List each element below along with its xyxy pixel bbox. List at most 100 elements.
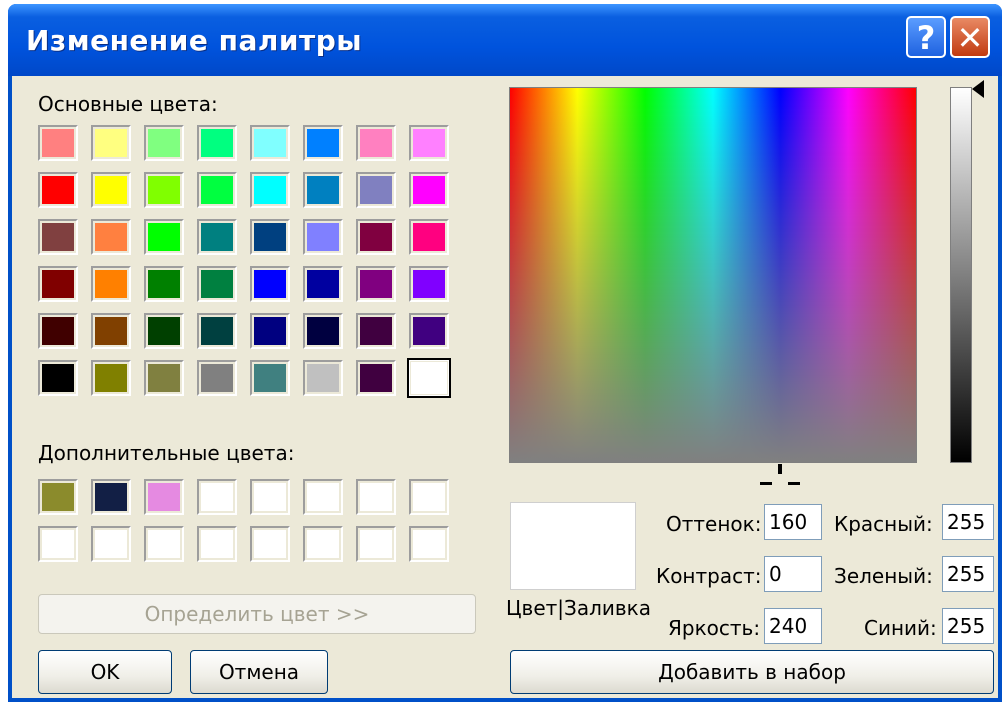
custom-color-swatch[interactable] [409,526,449,562]
custom-color-swatch[interactable] [197,479,237,515]
basic-color-swatch[interactable] [38,125,78,161]
basic-color-swatch[interactable] [38,266,78,302]
custom-color-swatch-color [307,483,339,511]
basic-color-swatch[interactable] [197,313,237,349]
basic-color-swatch[interactable] [356,266,396,302]
basic-color-swatch[interactable] [197,266,237,302]
lum-label: Яркость: [668,616,761,640]
red-input[interactable]: 255 [942,504,994,540]
blue-input[interactable]: 255 [942,608,994,644]
basic-color-swatch[interactable] [409,125,449,161]
custom-color-swatch[interactable] [144,526,184,562]
custom-color-swatch[interactable] [250,526,290,562]
red-label: Красный: [834,512,933,536]
cancel-button[interactable]: Отмена [190,650,328,694]
color-solid-label: Цвет|Заливка [506,596,651,620]
basic-color-swatch-color [307,317,339,345]
basic-color-swatch[interactable] [356,360,396,396]
basic-color-swatch[interactable] [409,172,449,208]
basic-colors-label: Основные цвета: [38,92,218,116]
basic-color-swatch[interactable] [356,172,396,208]
custom-color-swatch[interactable] [409,479,449,515]
custom-color-swatch[interactable] [303,526,343,562]
basic-color-swatch-color [201,223,233,251]
basic-color-swatch[interactable] [91,266,131,302]
luminance-bar[interactable] [950,87,972,463]
basic-color-swatch[interactable] [91,125,131,161]
basic-color-swatch-color [360,176,392,204]
custom-color-swatch[interactable] [144,479,184,515]
basic-color-swatch-color [413,129,445,157]
custom-color-swatch[interactable] [197,526,237,562]
basic-color-swatch[interactable] [303,360,343,396]
custom-color-swatch[interactable] [250,479,290,515]
basic-color-swatch[interactable] [303,266,343,302]
basic-color-swatch[interactable] [409,313,449,349]
basic-color-swatch[interactable] [144,125,184,161]
basic-color-swatch[interactable] [197,172,237,208]
basic-color-swatch[interactable] [91,313,131,349]
close-button[interactable]: ✕ [950,16,990,58]
basic-color-swatch-color [413,176,445,204]
basic-color-swatch[interactable] [250,313,290,349]
basic-color-swatch[interactable] [197,219,237,255]
basic-color-swatch-color [307,223,339,251]
basic-color-swatch[interactable] [144,219,184,255]
basic-color-swatch[interactable] [144,313,184,349]
basic-color-swatch-color [201,317,233,345]
basic-color-swatch[interactable] [356,313,396,349]
basic-color-swatch-color [42,129,74,157]
basic-color-swatch[interactable] [91,360,131,396]
basic-color-swatch[interactable] [144,266,184,302]
basic-color-swatch[interactable] [38,313,78,349]
lum-input[interactable]: 240 [764,608,822,644]
custom-color-swatch[interactable] [38,526,78,562]
green-input[interactable]: 255 [942,556,994,592]
basic-color-swatch-color [42,176,74,204]
sat-input[interactable]: 0 [764,556,822,592]
basic-color-swatch[interactable] [250,360,290,396]
add-to-custom-colors-button[interactable]: Добавить в набор [510,650,994,694]
basic-color-swatch[interactable] [409,266,449,302]
title-bar[interactable]: Изменение палитры ? ✕ [8,4,1002,76]
custom-color-swatch-color [413,483,445,511]
help-button[interactable]: ? [906,16,946,58]
custom-color-swatch[interactable] [303,479,343,515]
luminance-arrow-icon[interactable] [972,80,984,98]
basic-color-swatch[interactable] [144,172,184,208]
custom-color-swatch[interactable] [91,526,131,562]
basic-color-swatch[interactable] [356,125,396,161]
custom-color-swatch[interactable] [91,479,131,515]
basic-color-swatch[interactable] [197,125,237,161]
basic-color-swatch[interactable] [303,172,343,208]
basic-color-swatch[interactable] [38,172,78,208]
basic-color-swatch[interactable] [91,219,131,255]
custom-color-swatch[interactable] [356,526,396,562]
basic-color-swatch[interactable] [91,172,131,208]
color-spectrum[interactable] [509,87,917,485]
basic-color-swatch[interactable] [144,360,184,396]
basic-color-swatch[interactable] [250,266,290,302]
basic-color-swatch[interactable] [409,219,449,255]
basic-color-swatch-color [42,223,74,251]
basic-color-swatch[interactable] [250,125,290,161]
basic-color-swatch[interactable] [197,360,237,396]
hue-input[interactable]: 160 [764,504,822,540]
basic-color-swatch[interactable] [38,219,78,255]
basic-color-swatch[interactable] [407,358,451,398]
basic-color-swatch[interactable] [303,219,343,255]
basic-color-swatch[interactable] [38,360,78,396]
basic-color-swatch-color [307,176,339,204]
basic-color-swatch[interactable] [250,219,290,255]
ok-button[interactable]: OK [38,650,172,694]
custom-color-swatch[interactable] [38,479,78,515]
basic-color-swatch-color [201,270,233,298]
basic-color-swatch-color [360,129,392,157]
basic-color-swatch-color [307,364,339,392]
custom-color-swatch[interactable] [356,479,396,515]
basic-color-swatch[interactable] [303,125,343,161]
custom-color-swatch-color [254,483,286,511]
basic-color-swatch[interactable] [250,172,290,208]
basic-color-swatch[interactable] [356,219,396,255]
basic-color-swatch[interactable] [303,313,343,349]
